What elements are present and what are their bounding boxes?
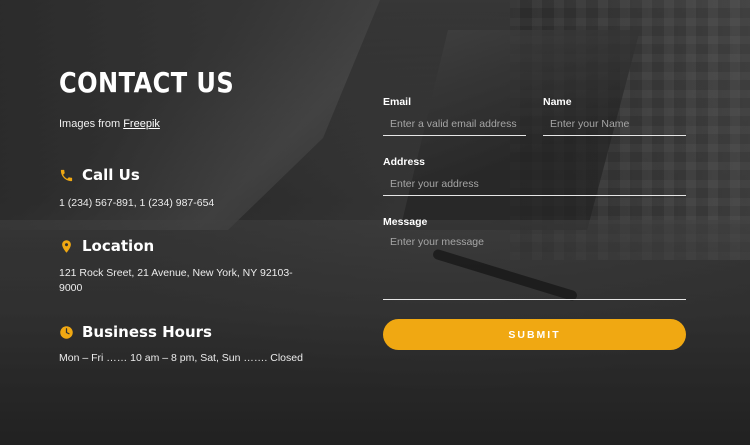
phone-numbers: 1 (234) 567-891, 1 (234) 987-654 [59,197,215,209]
freepik-link[interactable]: Freepik [123,118,160,130]
image-credit: Images from Freepik [59,118,160,130]
call-us-heading: Call Us [59,166,140,184]
email-label: Email [383,96,412,108]
location-label: Location [82,237,155,255]
message-label: Message [383,216,428,228]
name-label: Name [543,96,572,108]
business-hours-label: Business Hours [82,323,212,341]
hours-text: Mon – Fri …… 10 am – 8 pm, Sat, Sun ……. … [59,352,303,364]
email-field[interactable] [383,113,526,136]
address-text: 121 Rock Sreet, 21 Avenue, New York, NY … [59,267,293,294]
contact-section: CONTACT US Images from Freepik Call Us 1… [0,0,750,445]
message-field[interactable] [383,232,686,300]
address-label: Address [383,156,426,168]
location-pin-icon [59,239,74,254]
credit-prefix: Images from [59,118,121,130]
page-title: CONTACT US [59,66,235,99]
business-hours-heading: Business Hours [59,323,212,341]
name-field[interactable] [543,113,686,136]
clock-icon [59,325,74,340]
submit-button[interactable]: SUBMIT [383,319,686,350]
phone-icon [59,168,74,183]
address-field[interactable] [383,173,686,196]
call-us-label: Call Us [82,166,140,184]
location-heading: Location [59,237,154,255]
